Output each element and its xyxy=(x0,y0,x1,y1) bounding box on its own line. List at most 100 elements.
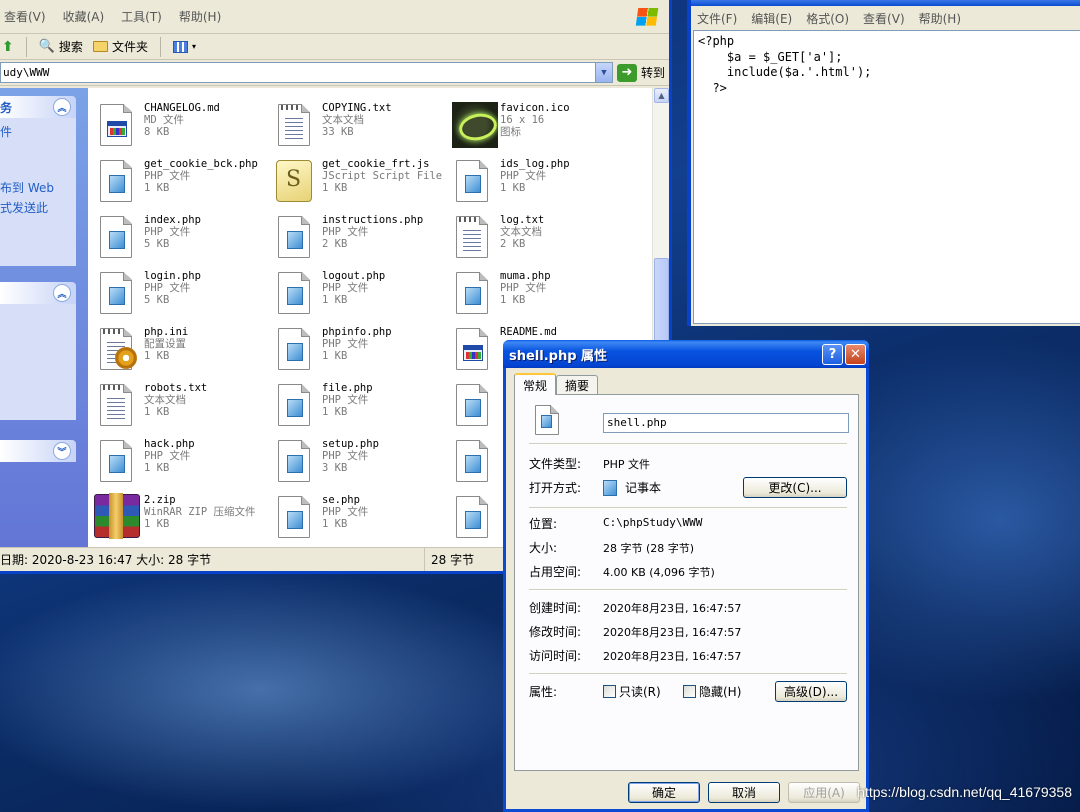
apply-button[interactable]: 应用(A) xyxy=(788,782,860,803)
task-link[interactable]: 件 xyxy=(0,122,76,142)
file-item[interactable]: setup.php PHP 文件 3 KB xyxy=(272,438,452,494)
collapse-icon[interactable]: ︽ xyxy=(53,98,71,116)
file-meta: hack.php PHP 文件 1 KB xyxy=(138,438,195,494)
address-input[interactable]: udy\WWW ▼ xyxy=(0,62,613,83)
file-item[interactable]: log.txt 文本文档 2 KB xyxy=(450,214,630,270)
file-size: 1 KB xyxy=(322,406,348,418)
file-item[interactable]: phpinfo.php PHP 文件 1 KB xyxy=(272,326,452,382)
readonly-checkbox[interactable] xyxy=(603,685,616,698)
file-size: 2 KB xyxy=(322,238,348,250)
properties-dialog: shell.php 属性 ? ✕ 常规 摘要 shell.php 文件类型: P… xyxy=(503,340,869,812)
filename-input[interactable]: shell.php xyxy=(603,413,849,433)
php-icon xyxy=(272,494,316,546)
notepad-text-area[interactable]: <?php $a = $_GET['a']; include($a.'.html… xyxy=(693,30,1080,324)
menu-favorites[interactable]: 收藏(A) xyxy=(63,8,114,25)
dialog-title: shell.php 属性 xyxy=(509,348,608,364)
cancel-button[interactable]: 取消 xyxy=(708,782,780,803)
file-type: PHP 文件 xyxy=(500,282,547,294)
search-icon: 🔍 xyxy=(38,39,55,54)
file-item[interactable]: se.php PHP 文件 1 KB xyxy=(272,494,452,550)
search-button[interactable]: 🔍 搜索 xyxy=(39,38,83,55)
expand-icon[interactable]: ︾ xyxy=(53,442,71,460)
file-meta: setup.php PHP 文件 3 KB xyxy=(316,438,379,494)
other-places-group: ︽ xyxy=(0,282,76,420)
notepad-menu-help[interactable]: 帮助(H) xyxy=(919,10,961,27)
notepad-menu-view[interactable]: 查看(V) xyxy=(863,10,905,27)
chevron-down-icon[interactable]: ▼ xyxy=(594,63,612,82)
file-item[interactable]: favicon.ico 16 x 16 图标 xyxy=(450,102,630,158)
notepad-menu-file[interactable]: 文件(F) xyxy=(697,10,737,27)
open-with-label: 打开方式: xyxy=(529,481,582,495)
file-item[interactable]: php.ini 配置设置 1 KB xyxy=(94,326,274,382)
scroll-up-icon[interactable]: ▲ xyxy=(654,88,669,103)
file-item[interactable]: CHANGELOG.md MD 文件 8 KB xyxy=(94,102,274,158)
file-item[interactable]: hack.php PHP 文件 1 KB xyxy=(94,438,274,494)
file-item[interactable]: muma.php PHP 文件 1 KB xyxy=(450,270,630,326)
file-size: 1 KB xyxy=(322,294,348,306)
close-button[interactable]: ✕ xyxy=(845,344,866,365)
file-type-label: 文件类型: xyxy=(529,457,582,471)
notepad-menu-edit[interactable]: 编辑(E) xyxy=(751,10,792,27)
php-icon xyxy=(272,214,316,266)
file-tasks-title: 务 xyxy=(0,100,13,115)
readonly-label[interactable]: 只读(R) xyxy=(619,683,661,700)
task-link-publish-web[interactable]: 布到 Web xyxy=(0,178,76,198)
file-item[interactable]: logout.php PHP 文件 1 KB xyxy=(272,270,452,326)
menu-help[interactable]: 帮助(H) xyxy=(179,8,230,25)
tab-general[interactable]: 常规 xyxy=(514,373,557,395)
tab-summary[interactable]: 摘要 xyxy=(556,375,599,395)
file-name: file.php xyxy=(322,382,373,394)
hidden-label[interactable]: 隐藏(H) xyxy=(699,683,741,700)
menu-view[interactable]: 查看(V) xyxy=(4,8,55,25)
file-meta: get_cookie_bck.php PHP 文件 1 KB xyxy=(138,158,258,214)
file-type: 文本文档 xyxy=(322,114,364,126)
separator xyxy=(529,507,847,509)
task-link-email[interactable]: 式发送此 xyxy=(0,198,76,218)
change-button[interactable]: 更改(C)... xyxy=(743,477,847,498)
file-item[interactable]: ids_log.php PHP 文件 1 KB xyxy=(450,158,630,214)
file-name: login.php xyxy=(144,270,201,282)
details-header[interactable]: ︾ xyxy=(0,440,76,462)
modified-value: 2020年8月23日, 16:47:57 xyxy=(603,626,742,639)
file-item[interactable]: instructions.php PHP 文件 2 KB xyxy=(272,214,452,270)
hidden-checkbox[interactable] xyxy=(683,685,696,698)
file-item[interactable]: 2.zip WinRAR ZIP 压缩文件 1 KB xyxy=(94,493,274,550)
help-button[interactable]: ? xyxy=(822,344,843,365)
file-item[interactable]: robots.txt 文本文档 1 KB xyxy=(94,382,274,438)
file-name: instructions.php xyxy=(322,214,424,226)
advanced-button[interactable]: 高级(D)... xyxy=(775,681,847,702)
menu-tools[interactable]: 工具(T) xyxy=(121,8,171,25)
file-item[interactable]: index.php PHP 文件 5 KB xyxy=(94,214,274,270)
file-item[interactable]: login.php PHP 文件 5 KB xyxy=(94,270,274,326)
ok-button[interactable]: 确定 xyxy=(628,782,700,803)
file-meta: COPYING.txt 文本文档 33 KB xyxy=(316,102,392,158)
file-name: se.php xyxy=(322,494,360,506)
txt-icon xyxy=(94,382,138,434)
status-size: 28 字节 xyxy=(431,553,475,567)
location-label: 位置: xyxy=(529,517,558,531)
file-type: PHP 文件 xyxy=(322,450,369,462)
ico-icon xyxy=(450,102,498,154)
collapse-icon[interactable]: ︽ xyxy=(53,284,71,302)
file-item[interactable]: COPYING.txt 文本文档 33 KB xyxy=(272,102,452,158)
address-path: udy\WWW xyxy=(3,66,50,79)
views-button[interactable]: ▾ xyxy=(172,40,196,53)
php-icon xyxy=(450,438,494,490)
accessed-label: 访问时间: xyxy=(529,649,582,663)
notepad-menu-format[interactable]: 格式(O) xyxy=(806,10,849,27)
other-places-header[interactable]: ︽ xyxy=(0,282,76,304)
dialog-titlebar: shell.php 属性 ? ✕ xyxy=(503,340,869,368)
folders-button[interactable]: 文件夹 xyxy=(92,38,148,55)
file-item[interactable]: get_cookie_frt.jsJScript Script File1 KB xyxy=(272,158,452,214)
file-size: 1 KB xyxy=(144,350,170,362)
file-meta: muma.php PHP 文件 1 KB xyxy=(494,270,551,326)
go-button[interactable]: ➜ 转到 xyxy=(616,63,665,82)
up-arrow-icon[interactable]: ⬆ xyxy=(2,39,14,55)
file-item[interactable]: file.php PHP 文件 1 KB xyxy=(272,382,452,438)
disk-size-value: 4.00 KB (4,096 字节) xyxy=(603,566,715,579)
file-type: 16 x 16 xyxy=(500,114,545,126)
file-item[interactable]: get_cookie_bck.php PHP 文件 1 KB xyxy=(94,158,274,214)
php-icon xyxy=(94,438,138,490)
file-tasks-header[interactable]: 务 ︽ xyxy=(0,96,76,118)
notepad-menubar: 文件(F) 编辑(E) 格式(O) 查看(V) 帮助(H) xyxy=(691,6,1080,30)
